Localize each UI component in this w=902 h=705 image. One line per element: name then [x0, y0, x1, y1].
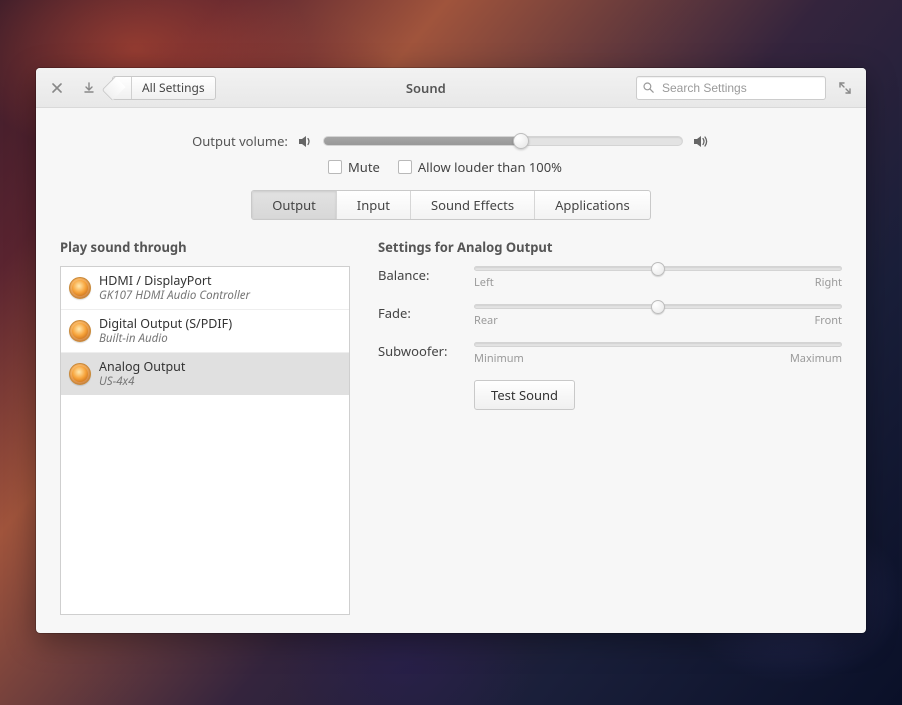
- speaker-high-icon: [693, 135, 710, 148]
- fade-slider[interactable]: [474, 304, 842, 309]
- allow-louder-checkbox[interactable]: [398, 160, 412, 174]
- device-name: Digital Output (S/PDIF): [99, 316, 232, 332]
- expand-icon: [839, 82, 851, 94]
- settings-for-title: Settings for Analog Output: [378, 238, 842, 256]
- close-button[interactable]: [44, 75, 70, 101]
- output-device-list[interactable]: HDMI / DisplayPort GK107 HDMI Audio Cont…: [60, 266, 350, 615]
- speaker-low-icon: [298, 135, 313, 148]
- fade-front-label: Front: [815, 313, 842, 328]
- play-through-title: Play sound through: [60, 238, 350, 256]
- balance-right-label: Right: [815, 275, 842, 290]
- device-name: Analog Output: [99, 359, 185, 375]
- back-label: All Settings: [132, 79, 215, 96]
- device-hdmi-displayport[interactable]: HDMI / DisplayPort GK107 HDMI Audio Cont…: [61, 267, 349, 310]
- search-icon: [643, 81, 654, 94]
- speaker-device-icon: [69, 277, 91, 299]
- dock-button[interactable]: [76, 75, 102, 101]
- tab-output[interactable]: Output: [252, 191, 337, 219]
- titlebar: All Settings Sound: [36, 68, 866, 108]
- balance-label: Balance:: [378, 266, 456, 284]
- subwoofer-slider[interactable]: [474, 342, 842, 347]
- maximize-button[interactable]: [832, 75, 858, 101]
- device-digital-output[interactable]: Digital Output (S/PDIF) Built-in Audio: [61, 310, 349, 353]
- speaker-device-icon: [69, 320, 91, 342]
- tab-sound-effects[interactable]: Sound Effects: [411, 191, 535, 219]
- output-volume-row: Output volume:: [60, 132, 842, 150]
- speaker-device-icon: [69, 363, 91, 385]
- close-icon: [52, 83, 62, 93]
- balance-slider[interactable]: [474, 266, 842, 271]
- window-title: Sound: [222, 79, 630, 97]
- volume-options-row: Mute Allow louder than 100%: [60, 158, 842, 176]
- content: Output volume: Mute Allow louder than 10…: [36, 108, 866, 633]
- dock-icon: [83, 82, 95, 94]
- tab-applications[interactable]: Applications: [535, 191, 650, 219]
- fade-label: Fade:: [378, 304, 456, 322]
- device-analog-output[interactable]: Analog Output US-4x4: [61, 353, 349, 395]
- allow-louder-label: Allow louder than 100%: [418, 158, 562, 176]
- balance-row: Balance: Left Right: [378, 266, 842, 290]
- mute-label: Mute: [348, 158, 380, 176]
- subwoofer-row: Subwoofer: Minimum Maximum: [378, 342, 842, 366]
- sound-settings-window: All Settings Sound Output volume:: [36, 68, 866, 633]
- device-sub: GK107 HDMI Audio Controller: [99, 289, 250, 303]
- tab-input[interactable]: Input: [337, 191, 411, 219]
- output-volume-slider[interactable]: [323, 136, 683, 146]
- device-list-panel: Play sound through HDMI / DisplayPort GK…: [60, 238, 350, 615]
- mute-checkbox[interactable]: [328, 160, 342, 174]
- balance-left-label: Left: [474, 275, 494, 290]
- fade-rear-label: Rear: [474, 313, 498, 328]
- tabs: Output Input Sound Effects Applications: [60, 190, 842, 220]
- device-sub: US-4x4: [99, 375, 185, 389]
- tab-bar: Output Input Sound Effects Applications: [251, 190, 651, 220]
- fade-row: Fade: Rear Front: [378, 304, 842, 328]
- device-settings-panel: Settings for Analog Output Balance: Left…: [378, 238, 842, 615]
- back-all-settings-button[interactable]: All Settings: [112, 76, 216, 100]
- test-sound-row: Test Sound: [378, 380, 842, 410]
- output-volume-label: Output volume:: [192, 132, 288, 150]
- device-name: HDMI / DisplayPort: [99, 273, 250, 289]
- device-sub: Built-in Audio: [99, 332, 232, 346]
- output-panel: Play sound through HDMI / DisplayPort GK…: [60, 238, 842, 615]
- subwoofer-min-label: Minimum: [474, 351, 524, 366]
- subwoofer-max-label: Maximum: [790, 351, 842, 366]
- search-input[interactable]: [660, 80, 819, 96]
- subwoofer-label: Subwoofer:: [378, 342, 456, 360]
- test-sound-button[interactable]: Test Sound: [474, 380, 575, 410]
- search-settings-field[interactable]: [636, 76, 826, 100]
- chevron-left-icon: [113, 77, 132, 99]
